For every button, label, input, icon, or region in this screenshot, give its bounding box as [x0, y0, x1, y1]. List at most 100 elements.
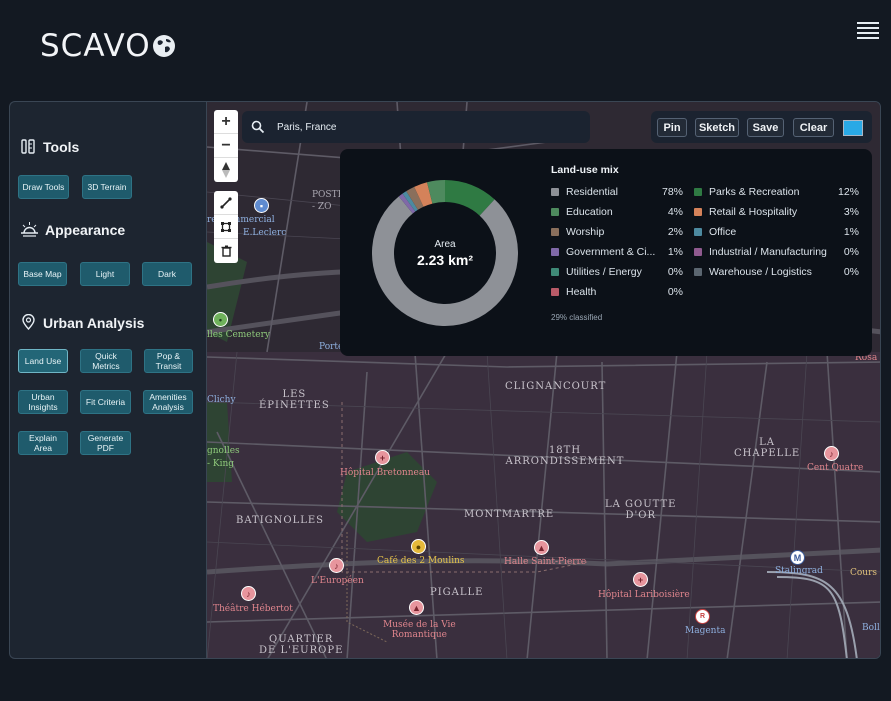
hospital-icon[interactable]: +	[375, 450, 390, 465]
location-pin-icon	[22, 314, 35, 331]
legend-swatch	[551, 188, 559, 196]
legend-name: Health	[566, 286, 597, 298]
legend-name: Industrial / Manufacturing	[709, 246, 827, 258]
legend-swatch	[551, 248, 559, 256]
legend-item: Utilities / Energy 0%	[551, 266, 683, 278]
donut-slice	[444, 180, 495, 216]
search-bar	[242, 111, 590, 143]
museum-icon[interactable]: ▲	[409, 600, 424, 615]
zoom-control: + −	[214, 110, 238, 182]
globe-icon	[152, 35, 175, 57]
legend-pct: 3%	[843, 206, 859, 218]
color-swatch[interactable]	[843, 120, 863, 136]
base-map-button[interactable]: Base Map	[18, 262, 67, 286]
donut-slice	[406, 186, 424, 210]
poi-label-hebertot: Théâtre Hébertot	[213, 604, 293, 614]
poi-label-clichy: Clichy	[207, 395, 236, 405]
legend-item: Government & Ci... 1%	[551, 246, 683, 258]
zoom-in-button[interactable]: +	[214, 110, 238, 134]
map-label-montmartre: MONTMARTRE	[464, 509, 555, 520]
theatre-icon[interactable]: ♪	[241, 586, 256, 601]
urban-analysis-title: Urban Analysis	[43, 314, 145, 331]
draw-line-button[interactable]	[214, 191, 238, 215]
legend-name: Utilities / Energy	[566, 266, 642, 278]
legend-item: Residential 78%	[551, 186, 683, 198]
polygon-icon	[221, 221, 231, 232]
map-label-les-epinettes: LES ÉPINETTES	[259, 389, 330, 411]
legend-item: Retail & Hospitality 3%	[694, 206, 859, 218]
brand-logo: SCAVO	[40, 28, 177, 64]
light-button[interactable]: Light	[80, 262, 130, 286]
theatre-icon[interactable]: ♪	[824, 446, 839, 461]
poi-label-cafe: Café des 2 Moulins	[377, 556, 465, 566]
legend-title: Land-use mix	[551, 164, 619, 176]
theatre-icon[interactable]: ♪	[329, 558, 344, 573]
clear-button[interactable]: Clear	[793, 118, 834, 137]
generate-pdf-button[interactable]: Generate PDF	[80, 431, 131, 455]
poi-label-bretonneau: Hôpital Bretonneau	[340, 468, 430, 478]
compass-icon	[222, 162, 230, 178]
zoom-out-button[interactable]: −	[214, 134, 238, 158]
donut-slice	[414, 182, 433, 207]
menu-icon[interactable]	[857, 22, 879, 40]
legend-name: Parks & Recreation	[709, 186, 800, 198]
legend-swatch	[551, 208, 559, 216]
search-input[interactable]	[277, 121, 557, 133]
appearance-title: Appearance	[45, 221, 126, 238]
legend-item: Parks & Recreation 12%	[694, 186, 859, 198]
donut-slice	[402, 191, 418, 212]
legend-name: Office	[709, 226, 737, 238]
legend-pct: 78%	[661, 186, 683, 198]
compass-button[interactable]	[214, 158, 238, 182]
cafe-icon[interactable]: ●	[411, 539, 426, 554]
museum-icon[interactable]: ▲	[534, 540, 549, 555]
map-label-la-chapelle: LA CHAPELLE	[734, 437, 801, 459]
legend-swatch	[694, 188, 702, 196]
poi-label-musee: Musée de la Vie Romantique	[383, 620, 456, 640]
pin-button[interactable]: Pin	[657, 118, 687, 137]
hospital-icon[interactable]: +	[633, 572, 648, 587]
draw-tools-button[interactable]: Draw Tools	[18, 175, 69, 199]
legend-item: Education 4%	[551, 206, 683, 218]
dark-button[interactable]: Dark	[142, 262, 192, 286]
area-value: 2.23 km²	[416, 252, 474, 268]
map-toolbar: Pin Sketch Save Clear	[651, 111, 872, 143]
shop-icon[interactable]: ▪	[254, 198, 269, 213]
save-button[interactable]: Save	[747, 118, 784, 137]
draw-polygon-button[interactable]	[214, 215, 238, 239]
brand-name: SCAVO	[40, 28, 151, 64]
explain-area-button[interactable]: Explain Area	[18, 431, 68, 455]
3d-terrain-button[interactable]: 3D Terrain	[82, 175, 132, 199]
rer-icon[interactable]: R	[695, 609, 710, 624]
legend-swatch	[551, 288, 559, 296]
map-label-clignancourt: CLIGNANCOURT	[505, 381, 607, 392]
line-icon	[220, 196, 232, 209]
amenities-analysis-button[interactable]: Amenities Analysis	[143, 390, 193, 414]
donut-slice	[427, 180, 446, 204]
urban-insights-button[interactable]: Urban Insights	[18, 390, 68, 414]
legend-item: Health 0%	[551, 286, 683, 298]
poi-label-leclerc: E.Leclerc	[243, 228, 287, 238]
cemetery-icon[interactable]: •	[213, 312, 228, 327]
section-urban-analysis: Urban Analysis	[20, 314, 144, 331]
legend-swatch	[551, 268, 559, 276]
legend-pct: 4%	[667, 206, 683, 218]
pop-transit-button[interactable]: Pop & Transit	[144, 349, 193, 373]
fit-criteria-button[interactable]: Fit Criteria	[80, 390, 131, 414]
legend-pct: 1%	[667, 246, 683, 258]
legend-pct: 0%	[667, 266, 683, 278]
app-root: SCAVO Tools Draw Tools 3D Terrain Appear…	[0, 0, 891, 701]
sketch-button[interactable]: Sketch	[695, 118, 739, 137]
poi-label-cours: Cours F	[850, 568, 880, 578]
section-tools: Tools	[20, 138, 79, 155]
legend-pct: 0%	[843, 266, 859, 278]
legend-item: Warehouse / Logistics 0%	[694, 266, 859, 278]
metro-icon[interactable]: M	[790, 550, 805, 565]
land-use-panel: Area 2.23 km² Land-use mix Residential 78…	[340, 149, 872, 356]
delete-button[interactable]	[214, 239, 238, 263]
land-use-button[interactable]: Land Use	[18, 349, 68, 373]
quick-metrics-button[interactable]: Quick Metrics	[80, 349, 132, 373]
poi-label-europeen: L'Européen	[311, 576, 364, 586]
donut-slice	[398, 193, 416, 214]
poi-label-lariboisiere: Hôpital Lariboisière	[598, 590, 690, 600]
